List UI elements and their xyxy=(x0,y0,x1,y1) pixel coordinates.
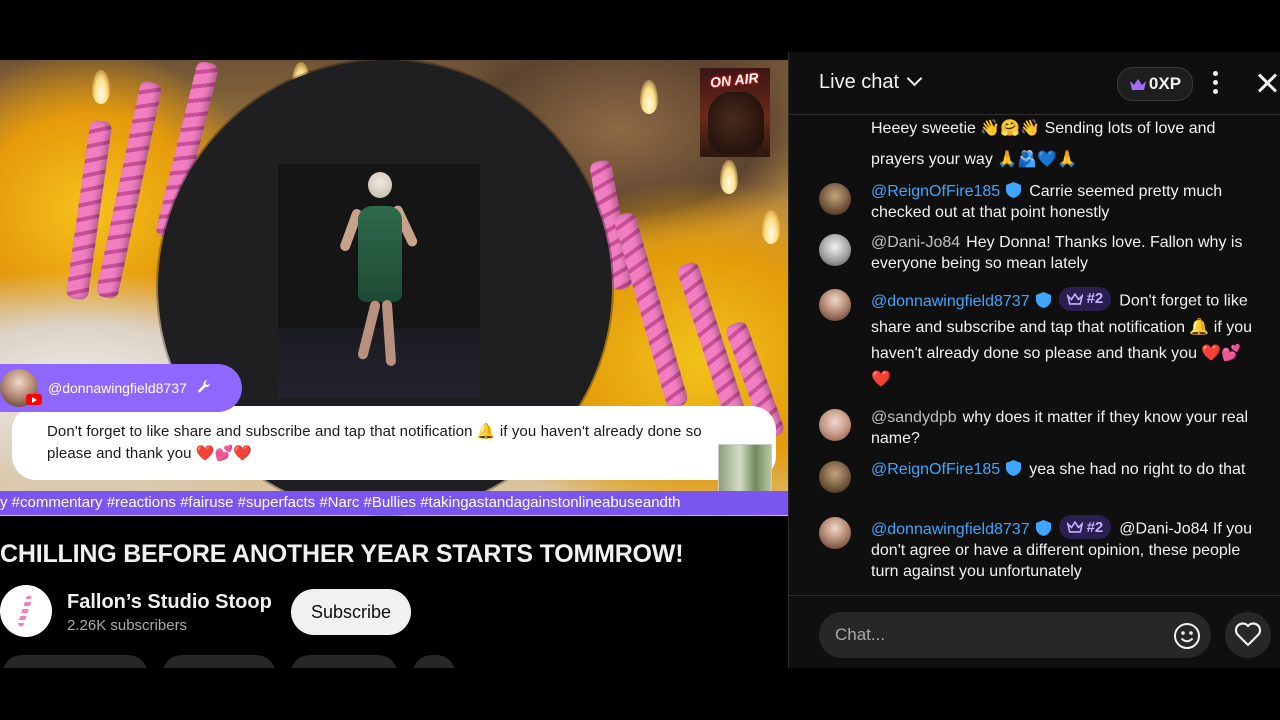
candle xyxy=(612,210,690,410)
verified-member-icon xyxy=(1006,460,1022,476)
on-air-thumbnail: ON AIR xyxy=(700,68,770,157)
dog-image xyxy=(708,92,764,154)
chat-overlay-bubble: Don't forget to like share and subscribe… xyxy=(12,406,776,494)
chat-input[interactable] xyxy=(819,612,1211,658)
heart-icon xyxy=(1234,621,1262,646)
subscriber-count: 2.26K subscribers xyxy=(67,617,188,634)
overlay-thumbnail xyxy=(718,444,772,494)
close-icon[interactable] xyxy=(1256,71,1280,95)
crown-icon xyxy=(1066,292,1083,305)
more-options-icon[interactable] xyxy=(1213,71,1219,95)
candle-flame xyxy=(640,80,658,114)
candle-flame xyxy=(92,70,110,104)
video-player[interactable]: ON AIR Don't forget to like share and su… xyxy=(0,60,788,516)
chat-author[interactable]: @ReignOfFire185 xyxy=(871,461,1000,478)
dancing-woman-clip xyxy=(278,164,480,398)
chat-author[interactable]: @donnawingfield8737 xyxy=(871,293,1030,310)
video-title: CHILLING BEFORE ANOTHER YEAR STARTS TOMM… xyxy=(0,540,684,568)
live-chat-panel: Live chat 0XP Heeey sweetie 👋🤗👋 Sending … xyxy=(788,52,1280,668)
avatar[interactable] xyxy=(819,517,851,549)
youtube-icon xyxy=(26,394,42,405)
chat-author[interactable]: @sandydpb xyxy=(871,409,957,426)
chat-message-text: yea she had no right to do that xyxy=(1029,461,1246,478)
heart-reaction-button[interactable] xyxy=(1225,612,1271,658)
candle xyxy=(95,80,163,300)
wrench-icon xyxy=(197,380,211,397)
verified-member-icon xyxy=(1035,291,1051,308)
chat-author[interactable]: @Dani-Jo84 xyxy=(871,234,960,251)
emoji-icon[interactable] xyxy=(1173,622,1201,650)
crown-icon xyxy=(1066,520,1083,533)
verified-member-icon xyxy=(1006,182,1022,198)
chat-message-list[interactable]: Heeey sweetie 👋🤗👋 Sending lots of love a… xyxy=(789,115,1280,595)
chat-overlay-message: Don't forget to like share and subscribe… xyxy=(47,423,702,462)
hashtag-ticker: y #commentary #reactions #fairuse #super… xyxy=(0,491,788,515)
chevron-down-icon xyxy=(906,70,923,87)
xp-value: 0XP xyxy=(1148,74,1182,93)
candle-flame xyxy=(762,210,780,244)
rank-badge: #2 xyxy=(1058,287,1112,311)
chat-title: Live chat xyxy=(819,71,900,93)
crown-icon xyxy=(1129,78,1146,90)
channel-name[interactable]: Fallon’s Studio Stoop xyxy=(67,591,272,614)
chat-footer xyxy=(789,595,1280,669)
chat-overlay-username: @donnawingfield8737 xyxy=(48,380,187,396)
avatar[interactable] xyxy=(819,289,851,321)
xp-button[interactable]: 0XP xyxy=(1117,67,1193,101)
chat-header: Live chat 0XP xyxy=(789,52,1280,115)
rank-label: #2 xyxy=(1086,290,1104,307)
chat-overlay-author-chip: @donnawingfield8737 xyxy=(0,364,242,412)
avatar[interactable] xyxy=(819,409,851,441)
chat-message-text: Heeey sweetie 👋🤗👋 Sending lots of love a… xyxy=(871,120,1216,168)
channel-avatar[interactable] xyxy=(0,585,52,637)
avatar[interactable] xyxy=(819,234,851,266)
top-bar xyxy=(0,0,1280,52)
verified-member-icon xyxy=(1035,519,1051,536)
subscribe-button[interactable]: Subscribe xyxy=(291,589,411,635)
avatar[interactable] xyxy=(819,461,851,493)
on-air-label: ON AIR xyxy=(709,69,760,91)
bottom-bar xyxy=(0,668,1280,720)
chat-author[interactable]: @donnawingfield8737 xyxy=(871,521,1030,538)
chat-author[interactable]: @ReignOfFire185 xyxy=(871,183,1000,200)
avatar xyxy=(0,369,42,407)
chat-mode-dropdown[interactable]: Live chat xyxy=(819,70,923,94)
candle-flame xyxy=(720,160,738,194)
rank-badge: #2 xyxy=(1058,515,1112,539)
avatar[interactable] xyxy=(819,183,851,215)
rank-label: #2 xyxy=(1086,518,1104,536)
candle-icon xyxy=(17,594,33,628)
